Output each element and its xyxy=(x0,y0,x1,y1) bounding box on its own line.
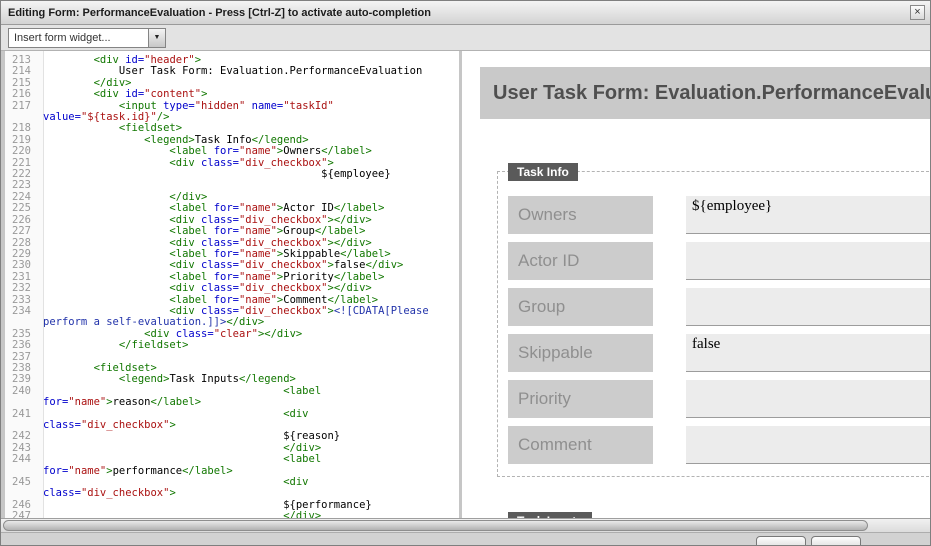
toolbar: Insert form widget... ▼ xyxy=(1,25,930,51)
field-spacer xyxy=(653,196,686,234)
preview-header: User Task Form: Evaluation.PerformanceEv… xyxy=(480,67,930,119)
preview-fieldset: Task InfoOwners${employee}Actor IDGroupS… xyxy=(497,171,930,477)
field-value xyxy=(686,242,930,280)
code-text: </div> xyxy=(37,511,321,518)
line-number: 216 xyxy=(5,89,37,100)
code-editor[interactable]: 213 <div id="header">214 User Task Form:… xyxy=(5,51,459,518)
line-number: 241 xyxy=(5,409,37,420)
horizontal-scrollbar[interactable] xyxy=(1,518,930,533)
form-row: Group xyxy=(508,288,930,326)
field-label: Owners xyxy=(508,196,653,234)
code-line[interactable]: 247 </div> xyxy=(5,511,459,518)
preview-title: User Task Form: Evaluation.PerformanceEv… xyxy=(493,82,930,105)
insert-widget-value: Insert form widget... xyxy=(9,29,148,47)
code-text: </fieldset> xyxy=(37,340,188,351)
field-value xyxy=(686,380,930,418)
title-bar[interactable]: Editing Form: PerformanceEvaluation - Pr… xyxy=(1,1,930,25)
field-spacer xyxy=(653,426,686,464)
field-label: Skippable xyxy=(508,334,653,372)
field-value xyxy=(686,288,930,326)
line-number: 244 xyxy=(5,454,37,465)
form-row: Owners ${employee} xyxy=(508,196,930,234)
insert-widget-select[interactable]: Insert form widget... ▼ xyxy=(8,28,166,48)
line-number: 234 xyxy=(5,306,37,317)
field-spacer xyxy=(653,334,686,372)
preview-fieldsets: Task InfoOwners${employee}Actor IDGroupS… xyxy=(480,171,930,518)
line-number: 236 xyxy=(5,340,37,351)
field-label: Group xyxy=(508,288,653,326)
code-lines: 213 <div id="header">214 User Task Form:… xyxy=(5,51,459,518)
field-value: false xyxy=(686,334,930,372)
line-number: 245 xyxy=(5,477,37,488)
partial-button-1[interactable] xyxy=(756,536,806,546)
scrollbar-thumb[interactable] xyxy=(3,520,868,531)
bottom-strip xyxy=(1,533,930,545)
close-icon: × xyxy=(914,6,920,18)
field-value: ${employee} xyxy=(686,196,930,234)
fieldset-legend: Task Info xyxy=(508,163,578,181)
line-number: 240 xyxy=(5,386,37,397)
chevron-down-icon[interactable]: ▼ xyxy=(148,29,165,47)
line-number: 225 xyxy=(5,203,37,214)
line-number: 217 xyxy=(5,101,37,112)
form-row: Skippable false xyxy=(508,334,930,372)
line-number: 232 xyxy=(5,283,37,294)
form-row: Comment xyxy=(508,426,930,464)
line-number: 227 xyxy=(5,226,37,237)
field-label: Comment xyxy=(508,426,653,464)
window-title: Editing Form: PerformanceEvaluation - Pr… xyxy=(8,7,431,19)
form-row: Priority xyxy=(508,380,930,418)
field-spacer xyxy=(653,380,686,418)
code-text: ${employee} xyxy=(37,169,391,180)
code-line[interactable]: 222 ${employee} xyxy=(5,169,459,180)
field-value xyxy=(686,426,930,464)
line-number xyxy=(5,397,37,408)
code-line[interactable]: 236 </fieldset> xyxy=(5,340,459,351)
form-row: Actor ID xyxy=(508,242,930,280)
dialog-window: Editing Form: PerformanceEvaluation - Pr… xyxy=(0,0,931,546)
line-number: 230 xyxy=(5,260,37,271)
main-area: 213 <div id="header">214 User Task Form:… xyxy=(1,51,930,518)
field-label: Actor ID xyxy=(508,242,653,280)
partial-button-2[interactable] xyxy=(811,536,861,546)
close-button[interactable]: × xyxy=(910,5,925,20)
field-spacer xyxy=(653,288,686,326)
line-number: 247 xyxy=(5,511,37,518)
line-number: 220 xyxy=(5,146,37,157)
field-label: Priority xyxy=(508,380,653,418)
form-preview: User Task Form: Evaluation.PerformanceEv… xyxy=(462,51,930,518)
field-spacer xyxy=(653,242,686,280)
